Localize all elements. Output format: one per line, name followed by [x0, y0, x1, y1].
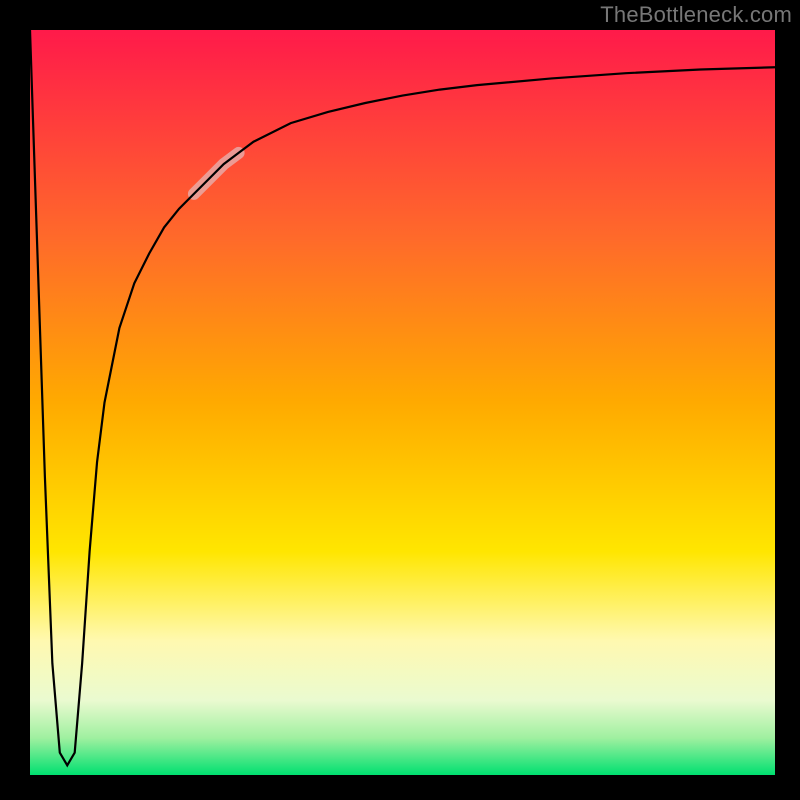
bottleneck-chart — [30, 30, 775, 775]
gradient-background — [30, 30, 775, 775]
watermark-text: TheBottleneck.com — [600, 2, 792, 28]
plot-area — [30, 30, 775, 775]
chart-frame: TheBottleneck.com — [0, 0, 800, 800]
